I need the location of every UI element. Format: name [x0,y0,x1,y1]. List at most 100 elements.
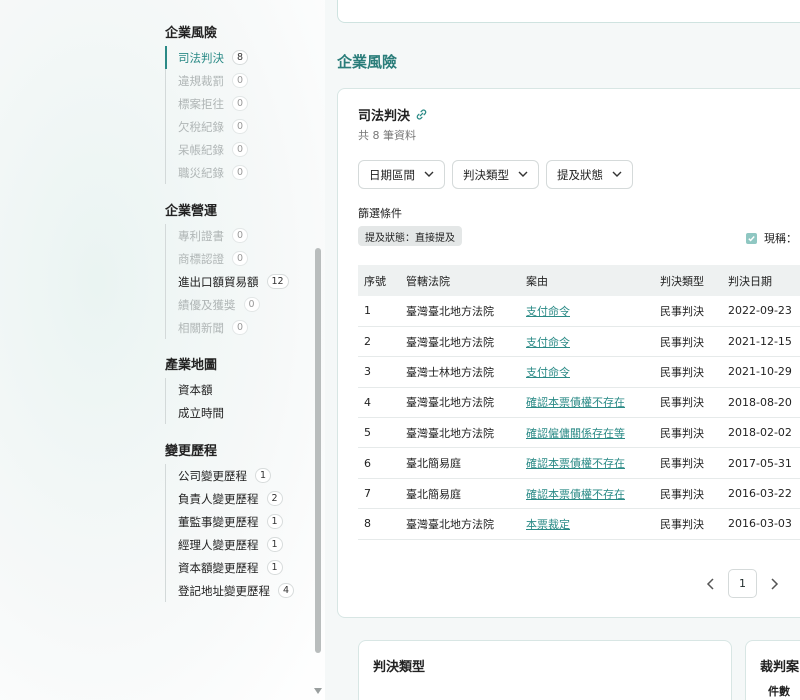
table-cell: 臺北簡易庭 [400,478,520,510]
column-header: 判決日期 [728,274,772,288]
case-cause-link[interactable]: 確認本票債權不存在 [526,488,625,501]
chevron-right-icon[interactable] [769,577,779,590]
case-cause-link[interactable]: 支付命令 [526,336,570,349]
sidebar-item-label: 資本額變更歷程 [178,560,259,575]
card-title-text: 司法判決 [358,109,411,124]
cause-cell: 支付命令 [520,326,654,358]
sidebar-item[interactable]: 違規裁罰 0 [166,69,249,92]
sidebar-item-label: 進出口額貿易額 [178,274,259,289]
sidebar-group-history: 公司變更歷程 1 負責人變更歷程 2 董監事變更歷程 1 經理人變更歷程 1 資本額變更歷程 1 登… [165,464,295,602]
table-cell: 民事判決 [654,356,722,388]
sidebar-item-label: 資本額 [178,382,213,397]
table-row: 6 臺北簡易庭 確認本票債權不存在 民事判決 2017-05-31 [358,447,800,479]
cause-cell: 支付命令 [520,356,654,388]
table-cell: 民事判決 [654,447,722,479]
sidebar-item-label: 專利證書 [178,228,224,243]
active-filter-chip[interactable]: 提及狀態：直接提及 [358,226,462,246]
cause-cell: 本票裁定 [520,508,654,540]
previous-section-card [337,0,800,23]
case-count-title: 裁判案 [760,660,800,675]
link-icon[interactable] [415,108,428,121]
sidebar-item[interactable]: 董監事變更歷程 1 [166,510,294,533]
filter-dropdown-label: 判決類型 [463,167,509,182]
chevron-down-icon [424,171,434,178]
case-cause-link[interactable]: 支付命令 [526,305,570,318]
sidebar-item[interactable]: 公司變更歷程 1 [166,464,294,487]
sidebar-item-label: 欠稅紀錄 [178,119,224,134]
case-cause-link[interactable]: 確認僱傭關係存在等 [526,427,625,440]
case-cause-link[interactable]: 支付命令 [526,366,570,379]
sidebar: 企業風險 司法判決 8 違規裁罰 0 標案拒往 0 欠稅紀錄 0 呆帳紀錄 0 職災紀錄 0 企業營運 專利… [0,0,325,700]
case-cause-link[interactable]: 本票裁定 [526,518,570,531]
table-cell: 2018-08-20 [722,387,800,419]
sidebar-item[interactable]: 司法判決 8 [164,46,249,69]
table-cell: 臺灣臺北地方法院 [400,296,520,327]
scrollbar-thumb[interactable] [315,248,321,653]
sidebar-item[interactable]: 商標認證 0 [166,247,289,270]
case-cause-link[interactable]: 確認本票債權不存在 [526,457,625,470]
cause-cell: 支付命令 [520,296,654,327]
table-cell: 臺灣臺北地方法院 [400,387,520,419]
table-cell: 民事判決 [654,296,722,327]
sidebar-item-label: 董監事變更歷程 [178,514,259,529]
cause-cell: 確認僱傭關係存在等 [520,417,654,449]
sidebar-item[interactable]: 資本額 [166,378,224,401]
table-cell: 民事判決 [654,478,722,510]
column-header: 管轄法院 [406,274,450,288]
sidebar-item[interactable]: 職災紀錄 0 [166,161,249,184]
sidebar-item[interactable]: 登記地址變更歷程 4 [166,579,295,602]
sidebar-item[interactable]: 欠稅紀錄 0 [166,115,249,138]
sidebar-scrollbar[interactable] [313,0,323,700]
chevron-down-icon [518,171,528,178]
scroll-down-arrow-icon[interactable] [314,688,322,694]
filter-dropdown[interactable]: 日期區間 [358,160,445,189]
sidebar-item[interactable]: 進出口額貿易額 12 [166,270,289,293]
sidebar-section-industry: 產業地圖 [165,358,218,373]
count-badge: 4 [278,583,295,598]
sidebar-item-label: 違規裁罰 [178,73,224,88]
chevron-left-icon[interactable] [706,577,716,590]
sidebar-item-label: 相關新聞 [178,320,224,335]
sidebar-item[interactable]: 呆帳紀錄 0 [166,138,249,161]
case-cause-link[interactable]: 確認本票債權不存在 [526,396,625,409]
current-name-checkbox[interactable]: 現稱： [746,230,797,246]
table-cell: 4 [358,387,400,419]
count-badge: 0 [232,320,249,335]
judgment-type-card: 判決類型 [358,640,732,700]
sidebar-item[interactable]: 相關新聞 0 [166,316,289,339]
sidebar-item[interactable]: 負責人變更歷程 2 [166,487,294,510]
sidebar-item[interactable]: 標案拒往 0 [166,92,249,115]
sidebar-item[interactable]: 資本額變更歷程 1 [166,556,294,579]
table-cell: 8 [358,508,400,540]
count-badge: 1 [266,514,283,529]
count-badge: 0 [232,73,249,88]
sidebar-item-label: 商標認證 [178,251,224,266]
sidebar-item[interactable]: 經理人變更歷程 1 [166,533,294,556]
card-title: 司法判決 [358,105,428,124]
page-number-button[interactable]: 1 [728,569,757,598]
sidebar-item[interactable]: 績優及獲獎 0 [166,293,289,316]
count-badge: 8 [232,50,249,65]
filter-dropdown[interactable]: 提及狀態 [546,160,633,189]
table-cell: 2017-05-31 [722,447,800,479]
sidebar-section-history: 變更歷程 [165,444,218,459]
table-cell: 民事判決 [654,326,722,358]
filter-dropdown[interactable]: 判決類型 [452,160,539,189]
sidebar-group-operations: 專利證書 0 商標認證 0 進出口額貿易額 12 績優及獲獎 0 相關新聞 0 [165,224,289,339]
table-cell: 2022-09-23 [722,296,800,327]
filter-dropdown-label: 提及狀態 [557,167,603,182]
table-cell: 民事判決 [654,508,722,540]
table-row: 7 臺北簡易庭 確認本票債權不存在 民事判決 2016-03-22 [358,478,800,510]
count-badge: 0 [232,96,249,111]
table-row: 2 臺灣臺北地方法院 支付命令 民事判決 2021-12-15 [358,326,800,358]
table-cell: 1 [358,296,400,327]
case-count-subtitle: 件數 [768,685,790,698]
column-header: 序號 [364,274,386,288]
sidebar-item[interactable]: 成立時間 [166,401,224,424]
checkbox-checked-icon[interactable] [746,232,757,244]
sidebar-item[interactable]: 專利證書 0 [166,224,289,247]
count-badge: 1 [266,537,283,552]
chevron-down-icon [612,171,622,178]
table-cell: 臺灣臺北地方法院 [400,417,520,449]
table-row: 3 臺灣士林地方法院 支付命令 民事判決 2021-10-29 [358,356,800,388]
